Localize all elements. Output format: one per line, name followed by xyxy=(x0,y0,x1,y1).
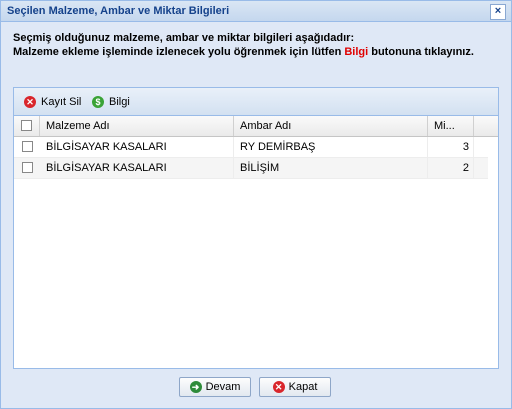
info-text: Seçmiş olduğunuz malzeme, ambar ve mikta… xyxy=(13,31,493,59)
grid-toolbar: ✕ Kayıt Sil $ Bilgi xyxy=(14,88,498,116)
close-button[interactable]: ✕ Kapat xyxy=(259,377,331,397)
table-row[interactable]: BİLGİSAYAR KASALARI RY DEMİRBAŞ 3 xyxy=(14,137,488,158)
cell-ambar: RY DEMİRBAŞ xyxy=(234,137,428,157)
cell-miktar: 2 xyxy=(428,158,474,178)
cell-malzeme: BİLGİSAYAR KASALARI xyxy=(40,137,234,157)
grid-panel: ✕ Kayıt Sil $ Bilgi Malzeme Adı Ambar Ad… xyxy=(13,87,499,369)
column-header-ambar[interactable]: Ambar Adı xyxy=(234,116,428,136)
title-bar[interactable]: Seçilen Malzeme, Ambar ve Miktar Bilgile… xyxy=(1,1,511,22)
continue-button[interactable]: ➜ Devam xyxy=(179,377,251,397)
info-line-2-prefix: Malzeme ekleme işleminde izlenecek yolu … xyxy=(13,46,345,58)
delete-icon: ✕ xyxy=(24,96,36,108)
dialog-title: Seçilen Malzeme, Ambar ve Miktar Bilgile… xyxy=(7,5,230,17)
info-line-2: Malzeme ekleme işleminde izlenecek yolu … xyxy=(13,45,493,59)
info-line-1: Seçmiş olduğunuz malzeme, ambar ve mikta… xyxy=(13,32,355,44)
row-checkbox[interactable] xyxy=(22,162,33,173)
info-button[interactable]: $ Bilgi xyxy=(92,94,130,110)
select-all-cell xyxy=(14,116,40,136)
row-checkbox[interactable] xyxy=(22,141,33,152)
info-icon: $ xyxy=(92,96,104,108)
delete-record-button[interactable]: ✕ Kayıt Sil xyxy=(24,94,81,110)
info-button-label: Bilgi xyxy=(109,96,130,108)
info-line-2-suffix: butonuna tıklayınız. xyxy=(368,46,474,58)
arrow-right-icon: ➜ xyxy=(189,381,202,393)
delete-record-label: Kayıt Sil xyxy=(41,96,82,108)
dialog-window: Seçilen Malzeme, Ambar ve Miktar Bilgile… xyxy=(0,0,512,409)
cell-miktar: 3 xyxy=(428,137,474,157)
grid-header: Malzeme Adı Ambar Adı Mi... xyxy=(14,116,498,137)
close-label: Kapat xyxy=(288,381,318,393)
close-window-button[interactable]: × xyxy=(490,4,506,20)
column-header-malzeme[interactable]: Malzeme Adı xyxy=(40,116,234,136)
cell-malzeme: BİLGİSAYAR KASALARI xyxy=(40,158,234,178)
table-row[interactable]: BİLGİSAYAR KASALARI BİLİŞİM 2 xyxy=(14,158,488,179)
info-highlight: Bilgi xyxy=(344,46,369,58)
cell-ambar: BİLİŞİM xyxy=(234,158,428,178)
cancel-icon: ✕ xyxy=(272,381,285,393)
continue-label: Devam xyxy=(205,381,241,393)
select-all-checkbox[interactable] xyxy=(21,120,32,131)
column-header-miktar[interactable]: Mi... xyxy=(428,116,474,136)
